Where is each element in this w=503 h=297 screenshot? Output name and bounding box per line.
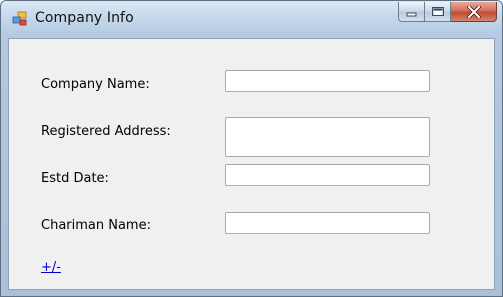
maximize-button[interactable] <box>425 2 451 22</box>
company-info-window: Company Info Company Name: Registered Ad… <box>0 0 503 297</box>
registered-address-label: Registered Address: <box>41 124 171 139</box>
caption-buttons <box>398 2 497 23</box>
window-title: Company Info <box>35 10 134 26</box>
estd-date-field[interactable] <box>225 164 430 186</box>
minimize-button[interactable] <box>398 2 425 22</box>
chairman-name-field[interactable] <box>225 212 430 234</box>
maximize-icon <box>431 7 444 16</box>
minimize-icon <box>406 12 416 16</box>
title-bar[interactable]: Company Info <box>1 1 502 37</box>
close-button[interactable] <box>451 2 497 22</box>
close-icon <box>466 5 481 18</box>
company-name-label: Company Name: <box>41 77 150 92</box>
registered-address-field[interactable] <box>225 117 430 157</box>
application-form-icon <box>12 11 27 26</box>
estd-date-label: Estd Date: <box>41 171 109 186</box>
form-client-area: Company Name: Registered Address: Estd D… <box>8 38 495 290</box>
chairman-name-label: Chariman Name: <box>41 218 151 233</box>
company-name-field[interactable] <box>225 70 430 92</box>
expand-collapse-link[interactable]: +/- <box>41 260 61 275</box>
